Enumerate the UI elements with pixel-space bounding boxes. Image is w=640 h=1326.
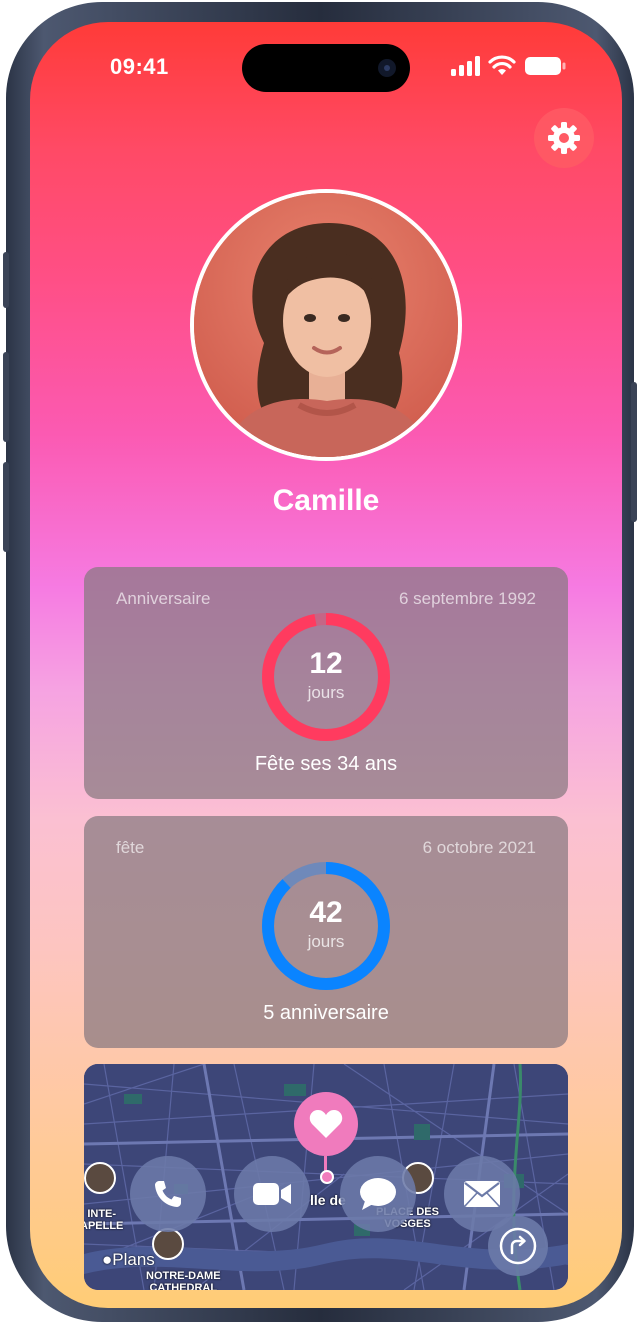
anniversary-days-unit: jours (307, 932, 345, 951)
map-label-sainte-chapelle: INTE- APELLE (84, 1208, 124, 1232)
message-bubble-icon (360, 1178, 396, 1210)
birthday-days-unit: jours (307, 683, 345, 702)
avatar (194, 193, 458, 457)
open-directions-button[interactable] (488, 1216, 548, 1276)
birthday-subtitle: Fête ses 34 ans (254, 753, 398, 775)
anniversary-days-count: 42 (309, 896, 343, 929)
anniversary-date: 6 octobre 2021 (422, 838, 536, 857)
video-camera-icon (253, 1183, 291, 1205)
battery-icon (525, 57, 566, 75)
heart-icon (309, 1110, 343, 1138)
status-bar: 09:41 (30, 22, 622, 112)
birthday-date: 6 septembre 1992 (398, 589, 536, 608)
anniversary-label: fête (116, 838, 145, 857)
cellular-signal-icon (451, 56, 480, 76)
maps-attribution: ●Plans (102, 1250, 155, 1270)
wifi-icon (488, 55, 516, 75)
avatar-frame[interactable] (190, 189, 462, 461)
call-button[interactable] (130, 1156, 206, 1232)
avatar-photo (194, 193, 458, 457)
birthday-label: Anniversaire (116, 589, 211, 608)
mail-envelope-icon (464, 1181, 500, 1207)
anniversary-subtitle: 5 anniversaire (263, 1002, 389, 1024)
location-map[interactable]: INTE-APELLE NOTRE-DAMECATHEDRAL PLACE DE… (84, 1064, 568, 1290)
anniversary-card[interactable]: fête 6 octobre 2021 42 jours 5 anniversa… (84, 816, 568, 1048)
phone-frame: 09:41 Camille Anniversaire 6 septembre 1… (3, 2, 637, 1322)
pin-dot (320, 1170, 334, 1184)
phone-icon (155, 1181, 181, 1207)
map-label-notre-dame: NOTRE-DAME CATHEDRAL (146, 1270, 221, 1290)
contact-name: Camille (272, 484, 380, 517)
sainte-chapelle-poi[interactable] (84, 1162, 116, 1194)
maps-attribution-text: Plans (112, 1250, 155, 1269)
settings-button[interactable] (534, 108, 594, 168)
directions-arrow-icon (499, 1227, 537, 1265)
notre-dame-poi[interactable] (152, 1228, 184, 1260)
apple-logo-icon: ● (102, 1250, 113, 1269)
status-time: 09:41 (110, 54, 169, 79)
screen: 09:41 Camille Anniversaire 6 septembre 1… (30, 22, 622, 1308)
contact-location-pin[interactable] (294, 1092, 358, 1156)
camera-icon (378, 59, 396, 77)
birthday-card[interactable]: Anniversaire 6 septembre 1992 12 jours F… (84, 567, 568, 799)
birthday-days-count: 12 (309, 647, 343, 680)
message-button[interactable] (340, 1156, 416, 1232)
video-call-button[interactable] (234, 1156, 310, 1232)
gear-icon (548, 122, 580, 154)
